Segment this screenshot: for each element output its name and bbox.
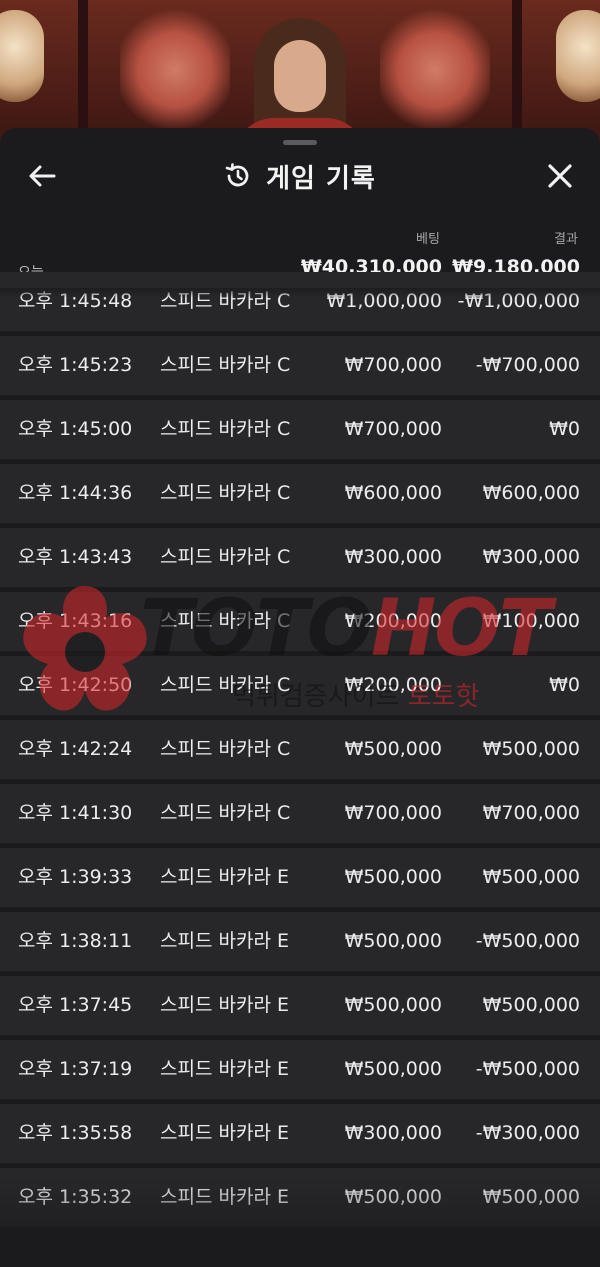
row-time: 오후 1:44:36 bbox=[18, 482, 133, 504]
history-row[interactable]: 오후 1:35:58 스피드 바카라 E ₩300,000 -₩300,000 bbox=[0, 1104, 600, 1163]
row-time: 오후 1:37:45 bbox=[18, 994, 133, 1016]
row-result-amount: ₩500,000 bbox=[482, 866, 580, 888]
history-row[interactable]: 오후 1:42:50 스피드 바카라 C ₩200,000 ₩0 bbox=[0, 656, 600, 715]
row-time: 오후 1:43:16 bbox=[18, 610, 133, 632]
row-game-name: 스피드 바카라 E bbox=[160, 866, 289, 888]
row-game-name: 스피드 바카라 E bbox=[160, 930, 289, 952]
row-time: 오후 1:43:43 bbox=[18, 546, 133, 568]
row-result-amount: ₩700,000 bbox=[482, 802, 580, 824]
history-row[interactable]: 오후 1:39:33 스피드 바카라 E ₩500,000 ₩500,000 bbox=[0, 848, 600, 907]
row-time: 오후 1:35:58 bbox=[18, 1122, 133, 1144]
row-result-amount: -₩500,000 bbox=[475, 930, 580, 952]
history-row[interactable]: 오후 1:38:11 스피드 바카라 E ₩500,000 -₩500,000 bbox=[0, 912, 600, 971]
row-time: 오후 1:39:33 bbox=[18, 866, 133, 888]
sheet-drag-handle[interactable] bbox=[283, 140, 317, 145]
row-result-amount: ₩600,000 bbox=[482, 482, 580, 504]
sheet-header: 게임 기록 bbox=[0, 148, 600, 204]
row-bet-amount: ₩700,000 bbox=[344, 418, 442, 440]
row-game-name: 스피드 바카라 C bbox=[160, 802, 291, 824]
history-row[interactable]: 오후 1:45:48 스피드 바카라 C ₩1,000,000 -₩1,000,000 bbox=[0, 272, 600, 331]
row-bet-amount: ₩500,000 bbox=[344, 994, 442, 1016]
row-time: 오후 1:42:24 bbox=[18, 738, 133, 760]
row-game-name: 스피드 바카라 E bbox=[160, 1186, 289, 1208]
row-bet-amount: ₩500,000 bbox=[344, 866, 442, 888]
row-result-amount: -₩1,000,000 bbox=[457, 290, 580, 312]
history-row[interactable]: 오후 1:35:32 스피드 바카라 E ₩500,000 ₩500,000 bbox=[0, 1168, 600, 1227]
row-bet-amount: ₩300,000 bbox=[344, 1122, 442, 1144]
history-row[interactable]: 오후 1:37:19 스피드 바카라 E ₩500,000 -₩500,000 bbox=[0, 1040, 600, 1099]
row-result-amount: -₩700,000 bbox=[475, 354, 580, 376]
row-bet-amount: ₩500,000 bbox=[344, 1186, 442, 1208]
row-bet-amount: ₩200,000 bbox=[344, 674, 442, 696]
row-time: 오후 1:42:50 bbox=[18, 674, 133, 696]
blossom-decoration bbox=[120, 10, 230, 130]
history-row[interactable]: 오후 1:43:43 스피드 바카라 C ₩300,000 ₩300,000 bbox=[0, 528, 600, 587]
row-bet-amount: ₩500,000 bbox=[344, 1058, 442, 1080]
row-game-name: 스피드 바카라 C bbox=[160, 354, 291, 376]
page-title: 게임 기록 bbox=[266, 163, 376, 194]
row-game-name: 스피드 바카라 C bbox=[160, 290, 291, 312]
row-time: 오후 1:45:48 bbox=[18, 290, 133, 312]
row-result-amount: ₩500,000 bbox=[482, 738, 580, 760]
row-time: 오후 1:37:19 bbox=[18, 1058, 133, 1080]
row-game-name: 스피드 바카라 C bbox=[160, 418, 291, 440]
row-bet-amount: ₩700,000 bbox=[344, 802, 442, 824]
row-game-name: 스피드 바카라 E bbox=[160, 994, 289, 1016]
history-clock-icon bbox=[225, 163, 249, 187]
lantern-left bbox=[0, 10, 44, 102]
blossom-decoration bbox=[380, 10, 490, 130]
history-row[interactable]: 오후 1:45:00 스피드 바카라 C ₩700,000 ₩0 bbox=[0, 400, 600, 459]
row-result-amount: ₩300,000 bbox=[482, 546, 580, 568]
row-result-amount: ₩100,000 bbox=[482, 610, 580, 632]
row-game-name: 스피드 바카라 C bbox=[160, 610, 291, 632]
row-result-amount: ₩500,000 bbox=[482, 1186, 580, 1208]
row-result-amount: ₩500,000 bbox=[482, 994, 580, 1016]
history-row[interactable]: 오후 1:41:30 스피드 바카라 C ₩700,000 ₩700,000 bbox=[0, 784, 600, 843]
row-time: 오후 1:41:30 bbox=[18, 802, 133, 824]
row-bet-amount: ₩700,000 bbox=[344, 354, 442, 376]
close-button[interactable] bbox=[542, 160, 578, 192]
game-history-sheet: 게임 기록 베팅 결과 오늘 ₩40,310,000 ₩9,180,000 오후… bbox=[0, 128, 600, 1267]
row-game-name: 스피드 바카라 E bbox=[160, 1058, 289, 1080]
row-result-amount: ₩0 bbox=[549, 418, 580, 440]
row-bet-amount: ₩600,000 bbox=[344, 482, 442, 504]
row-time: 오후 1:45:23 bbox=[18, 354, 133, 376]
history-row[interactable]: 오후 1:44:36 스피드 바카라 C ₩600,000 ₩600,000 bbox=[0, 464, 600, 523]
row-game-name: 스피드 바카라 E bbox=[160, 1122, 289, 1144]
row-game-name: 스피드 바카라 C bbox=[160, 546, 291, 568]
row-game-name: 스피드 바카라 C bbox=[160, 482, 291, 504]
row-result-amount: -₩500,000 bbox=[475, 1058, 580, 1080]
dealer-face bbox=[274, 40, 326, 112]
history-row[interactable]: 오후 1:43:16 스피드 바카라 C ₩200,000 ₩100,000 bbox=[0, 592, 600, 651]
lantern-right bbox=[556, 10, 600, 102]
row-bet-amount: ₩500,000 bbox=[344, 738, 442, 760]
row-game-name: 스피드 바카라 C bbox=[160, 738, 291, 760]
row-bet-amount: ₩200,000 bbox=[344, 610, 442, 632]
history-row[interactable]: 오후 1:37:45 스피드 바카라 E ₩500,000 ₩500,000 bbox=[0, 976, 600, 1035]
row-time: 오후 1:45:00 bbox=[18, 418, 133, 440]
row-time: 오후 1:35:32 bbox=[18, 1186, 133, 1208]
row-time: 오후 1:38:11 bbox=[18, 930, 133, 952]
row-result-amount: -₩300,000 bbox=[475, 1122, 580, 1144]
row-bet-amount: ₩1,000,000 bbox=[326, 290, 442, 312]
row-bet-amount: ₩300,000 bbox=[344, 546, 442, 568]
history-row[interactable]: 오후 1:45:23 스피드 바카라 C ₩700,000 -₩700,000 bbox=[0, 336, 600, 395]
close-icon bbox=[548, 164, 572, 188]
row-game-name: 스피드 바카라 C bbox=[160, 674, 291, 696]
history-row[interactable]: 오후 1:42:24 스피드 바카라 C ₩500,000 ₩500,000 bbox=[0, 720, 600, 779]
row-result-amount: ₩0 bbox=[549, 674, 580, 696]
title-group: 게임 기록 bbox=[0, 160, 600, 194]
row-bet-amount: ₩500,000 bbox=[344, 930, 442, 952]
bet-column-header: 베팅 bbox=[416, 232, 440, 247]
result-column-header: 결과 bbox=[554, 232, 578, 247]
